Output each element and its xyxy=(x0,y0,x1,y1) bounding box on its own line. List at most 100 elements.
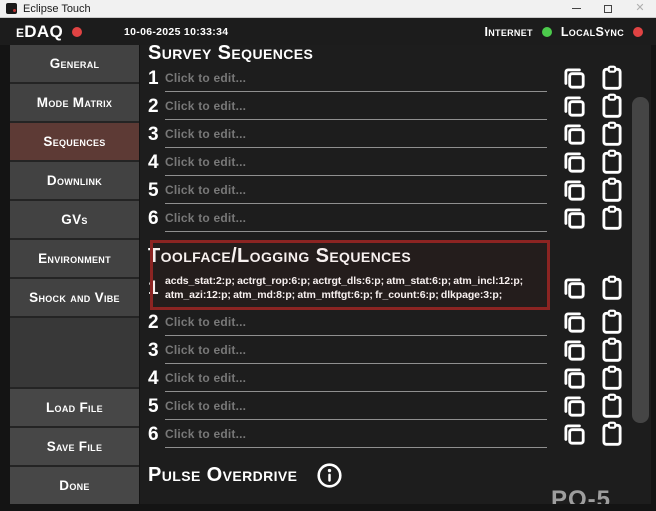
sidebar: General Mode Matrix Sequences Downlink G… xyxy=(10,45,139,504)
paste-button[interactable] xyxy=(595,93,629,120)
sidebar-item-shock-and-vibe[interactable]: Shock and Vibe xyxy=(10,279,139,316)
minimize-button[interactable] xyxy=(560,0,592,17)
paste-button[interactable] xyxy=(595,421,629,448)
sequence-number: 3 xyxy=(148,341,163,360)
paste-icon xyxy=(599,421,625,447)
info-button[interactable] xyxy=(315,461,343,489)
sidebar-item-mode-matrix[interactable]: Mode Matrix xyxy=(10,84,139,121)
maximize-button[interactable] xyxy=(592,0,624,17)
copy-icon xyxy=(561,337,587,363)
copy-icon xyxy=(561,275,587,301)
copy-icon xyxy=(561,365,587,391)
minimize-icon xyxy=(572,8,581,9)
copy-button[interactable] xyxy=(557,93,591,120)
paste-icon xyxy=(599,177,625,203)
paste-button[interactable] xyxy=(595,393,629,420)
close-button[interactable]: ✕ xyxy=(624,0,656,17)
sequence-input[interactable]: Click to edit... xyxy=(165,336,547,364)
save-file-button[interactable]: Save File xyxy=(10,428,139,465)
sequence-placeholder: Click to edit... xyxy=(165,183,246,197)
sequence-number: 1 xyxy=(148,279,163,298)
copy-button[interactable] xyxy=(557,65,591,92)
done-button[interactable]: Done xyxy=(10,467,139,504)
sequence-input[interactable]: Click to edit... xyxy=(165,120,547,148)
localsync-status-label: LocalSync xyxy=(561,25,624,39)
sequence-number: 1 xyxy=(148,69,163,88)
sidebar-item-general[interactable]: General xyxy=(10,45,139,82)
survey-row-4: 4 Click to edit... xyxy=(148,148,651,176)
pulse-overdrive-section: Pulse Overdrive xyxy=(148,461,651,489)
paste-button[interactable] xyxy=(595,205,629,232)
sequence-input[interactable]: Click to edit... xyxy=(165,204,547,232)
internet-status-label: Internet xyxy=(484,25,532,39)
sequence-input[interactable]: Click to edit... xyxy=(165,392,547,420)
sequence-number: 5 xyxy=(148,181,163,200)
sidebar-item-downlink[interactable]: Downlink xyxy=(10,162,139,199)
sequence-placeholder: Click to edit... xyxy=(165,427,246,441)
sidebar-spacer xyxy=(10,318,139,387)
copy-button[interactable] xyxy=(557,365,591,392)
copy-button[interactable] xyxy=(557,205,591,232)
toolface-row-4: 4 Click to edit... xyxy=(148,364,651,392)
brand: eDAQ xyxy=(0,22,120,42)
sequence-placeholder: Click to edit... xyxy=(165,343,246,357)
survey-sequences-title: Survey Sequences xyxy=(148,45,651,64)
paste-icon xyxy=(599,149,625,175)
copy-icon xyxy=(561,65,587,91)
survey-row-3: 3 Click to edit... xyxy=(148,120,651,148)
paste-icon xyxy=(599,93,625,119)
paste-button[interactable] xyxy=(595,337,629,364)
toolface-row-3: 3 Click to edit... xyxy=(148,336,651,364)
sequence-input[interactable]: Click to edit... xyxy=(165,308,547,336)
info-icon xyxy=(316,462,343,489)
pulse-overdrive-title: Pulse Overdrive xyxy=(148,462,297,488)
paste-button[interactable] xyxy=(595,309,629,336)
sequence-number: 4 xyxy=(148,153,163,172)
copy-button[interactable] xyxy=(557,393,591,420)
toolface-section: Toolface/Logging Sequences 1 acds_stat:2… xyxy=(148,242,651,448)
sequence-input[interactable]: Click to edit... xyxy=(165,176,547,204)
sequence-placeholder: Click to edit... xyxy=(165,211,246,225)
paste-button[interactable] xyxy=(595,149,629,176)
paste-icon xyxy=(599,275,625,301)
survey-sequences-list: 1 Click to edit... 2 Click to edit... 3 … xyxy=(148,64,651,232)
sequence-input[interactable]: acds_stat:2:p; actrgt_rop:6:p; actrgt_dl… xyxy=(165,274,543,302)
copy-button[interactable] xyxy=(557,149,591,176)
paste-icon xyxy=(599,365,625,391)
window-title: Eclipse Touch xyxy=(23,3,91,15)
copy-button[interactable] xyxy=(557,177,591,204)
paste-button[interactable] xyxy=(595,65,629,92)
sidebar-item-gvs[interactable]: GVs xyxy=(10,201,139,238)
sequence-input[interactable]: Click to edit... xyxy=(165,420,547,448)
copy-button[interactable] xyxy=(557,275,591,302)
copy-icon xyxy=(561,205,587,231)
sequence-placeholder: Click to edit... xyxy=(165,71,246,85)
copy-icon xyxy=(561,149,587,175)
sequence-input[interactable]: Click to edit... xyxy=(165,148,547,176)
sequence-input[interactable]: Click to edit... xyxy=(165,64,547,92)
copy-button[interactable] xyxy=(557,337,591,364)
copy-button[interactable] xyxy=(557,121,591,148)
paste-button[interactable] xyxy=(595,365,629,392)
sidebar-item-environment[interactable]: Environment xyxy=(10,240,139,277)
sequence-input[interactable]: Click to edit... xyxy=(165,92,547,120)
paste-icon xyxy=(599,309,625,335)
paste-icon xyxy=(599,337,625,363)
sequence-placeholder: Click to edit... xyxy=(165,399,246,413)
load-file-button[interactable]: Load File xyxy=(10,389,139,426)
vertical-scrollbar-thumb[interactable] xyxy=(632,97,649,423)
copy-icon xyxy=(561,309,587,335)
paste-button[interactable] xyxy=(595,275,629,302)
sequence-number: 2 xyxy=(148,97,163,116)
paste-button[interactable] xyxy=(595,121,629,148)
sequence-input[interactable]: Click to edit... xyxy=(165,364,547,392)
copy-button[interactable] xyxy=(557,421,591,448)
copy-button[interactable] xyxy=(557,309,591,336)
main-content: Survey Sequences 1 Click to edit... 2 Cl… xyxy=(140,45,651,504)
sequence-placeholder: Click to edit... xyxy=(165,99,246,113)
app-window: Eclipse Touch ✕ eDAQ 10-06-2025 10:33:34… xyxy=(0,0,656,511)
sidebar-item-sequences[interactable]: Sequences xyxy=(10,123,139,160)
paste-button[interactable] xyxy=(595,177,629,204)
sequence-placeholder: Click to edit... xyxy=(165,315,246,329)
timestamp: 10-06-2025 10:33:34 xyxy=(124,26,228,38)
